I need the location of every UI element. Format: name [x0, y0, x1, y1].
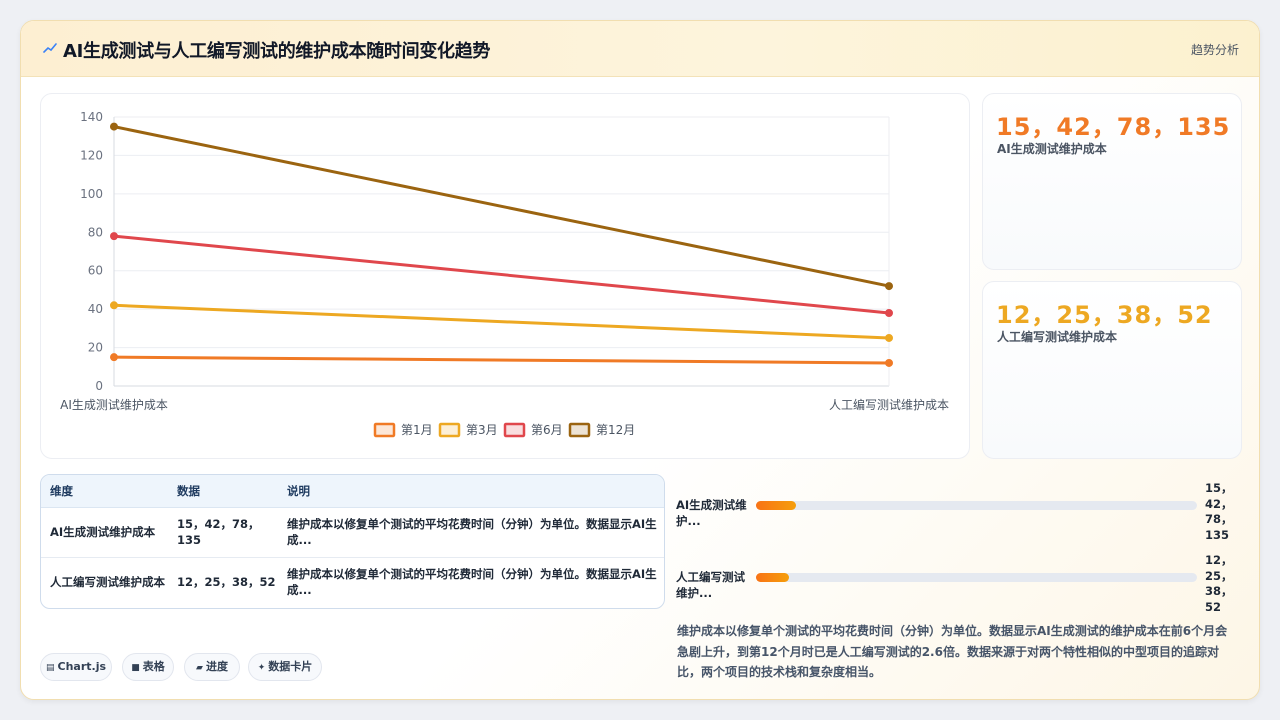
legend-label: 第3月	[466, 423, 498, 437]
progress-value: 12， 25， 38， 52	[1205, 553, 1233, 615]
progress-value-part: 78，	[1205, 512, 1233, 526]
chip-chartjs[interactable]: ▤ Chart.js	[40, 653, 112, 681]
table-header: 说明	[278, 475, 664, 508]
chip-datacard[interactable]: ✦ 数据卡片	[248, 653, 322, 681]
data-table: 维度 数据 说明 AI生成测试维护成本 15，42，78，135 维护成本以修复…	[40, 474, 665, 609]
table-header-row: 维度 数据 说明	[41, 475, 664, 508]
table-cell: AI生成测试维护成本	[50, 525, 156, 539]
series-line	[113, 355, 890, 365]
y-tick-label: 80	[88, 225, 103, 239]
chip-label: 表格	[142, 660, 165, 673]
description-note: 维护成本以修复单个测试的平均花费时间（分钟）为单位。数据显示AI生成测试的维护成…	[677, 624, 1228, 679]
stat-card-ai: 15，42，78，135 AI生成测试维护成本	[982, 93, 1242, 270]
card-icon: ✦	[257, 663, 266, 673]
table-cell: 维护成本以修复单个测试的平均花费时间（分钟）为单位。数据显示AI生成...	[278, 556, 664, 607]
y-tick-label: 140	[80, 110, 103, 124]
table-row: 人工编写测试维护成本 12，25，38，52 维护成本以修复单个测试的平均花费时…	[41, 556, 664, 607]
table-cell: 人工编写测试维护成本	[41, 556, 168, 607]
page-title: AI生成测试与人工编写测试的维护成本随时间变化趋势	[63, 41, 491, 62]
progress-row-ai: AI生成测试维护... 15， 42， 78， 135	[676, 481, 1236, 543]
chart-panel: 0 20 40 60 80 100 120 140 AI生成测试维护成本 人工编写测试维护成本第1…	[40, 93, 970, 459]
progress-value: 15， 42， 78， 135	[1205, 481, 1233, 543]
progress-value-part: 12，	[1205, 553, 1233, 567]
progress-track	[756, 501, 1197, 510]
table-cell: 15，42，78，135	[177, 517, 260, 547]
x-tick-label: AI生成测试维护成本	[60, 397, 168, 412]
table-cell: 12，25，38，52	[168, 556, 278, 607]
chip-label: Chart.js	[57, 660, 107, 673]
table-header: 维度	[41, 475, 168, 508]
table-header: 数据	[168, 475, 278, 508]
stat-label: AI生成测试维护成本	[997, 142, 1107, 156]
progress-value-part: 135	[1205, 527, 1230, 542]
data-point	[885, 358, 893, 367]
chip-table[interactable]: ■ 表格	[122, 653, 174, 681]
progress-label: 人工编写测试维护...	[676, 570, 745, 600]
line-chart: 0 20 40 60 80 100 120 140 AI生成测试维护成本 人工编写测试维护成本第1…	[60, 110, 949, 438]
y-tick-label: 60	[88, 264, 103, 278]
legend-label: 第12月	[596, 423, 635, 437]
progress-fill	[756, 501, 796, 510]
dashboard-card: AI生成测试与人工编写测试的维护成本随时间变化趋势 趋势分析 0 20 40 60 80…	[20, 20, 1260, 700]
progress-value-part: 15，	[1205, 481, 1233, 495]
stat-label: 人工编写测试维护成本	[997, 330, 1118, 344]
chip-label: 进度	[205, 660, 228, 673]
table-icon: ■	[131, 663, 140, 673]
y-tick-label: 20	[88, 341, 103, 355]
progress-value-part: 52	[1205, 599, 1222, 614]
data-point	[885, 333, 893, 342]
y-tick-label: 40	[88, 302, 103, 316]
y-tick-label: 100	[80, 187, 103, 201]
data-point	[110, 122, 118, 131]
stat-value: 12，25，38，52	[996, 301, 1213, 329]
stat-card-manual: 12，25，38，52 人工编写测试维护成本	[982, 281, 1242, 459]
table-row: AI生成测试维护成本 15，42，78，135 维护成本以修复单个测试的平均花费…	[41, 507, 664, 557]
legend-swatch	[503, 422, 526, 438]
chip-progress[interactable]: ▰ 进度	[184, 653, 240, 681]
table-cell: 维护成本以修复单个测试的平均花费时间（分钟）为单位。数据显示AI生成...	[287, 517, 657, 547]
progress-fill	[756, 573, 790, 582]
header: AI生成测试与人工编写测试的维护成本随时间变化趋势 趋势分析	[21, 21, 1259, 77]
data-point	[885, 282, 893, 291]
series-line	[113, 303, 890, 340]
legend-swatch	[438, 422, 461, 438]
legend-swatch	[568, 422, 591, 438]
progress-track	[756, 573, 1197, 582]
trend-icon	[43, 43, 57, 53]
series-line	[113, 125, 890, 288]
series-line	[113, 234, 890, 315]
stat-value: 15，42，78，135	[996, 113, 1231, 141]
data-point	[110, 232, 118, 241]
chip-label: 数据卡片	[268, 660, 313, 673]
data-point	[110, 353, 118, 362]
progress-value-part: 42，	[1205, 496, 1233, 511]
progress-icon: ▰	[196, 663, 203, 673]
x-tick-label: 人工编写测试维护成本	[829, 397, 949, 412]
chart-icon: ▤	[45, 663, 55, 673]
legend-label: 第6月	[531, 423, 563, 437]
progress-row-manual: 人工编写测试维护... 12， 25， 38， 52	[676, 553, 1236, 615]
progress-value-part: 38，	[1205, 584, 1233, 598]
data-point	[110, 301, 118, 310]
y-tick-label: 120	[80, 148, 103, 162]
progress-value-part: 25，	[1205, 568, 1233, 583]
data-point	[885, 308, 893, 317]
progress-label: AI生成测试维护...	[676, 498, 747, 528]
header-tag: 趋势分析	[1190, 43, 1239, 57]
y-tick-label: 0	[95, 379, 103, 393]
legend-label: 第1月	[401, 423, 433, 437]
legend-swatch	[373, 422, 396, 438]
